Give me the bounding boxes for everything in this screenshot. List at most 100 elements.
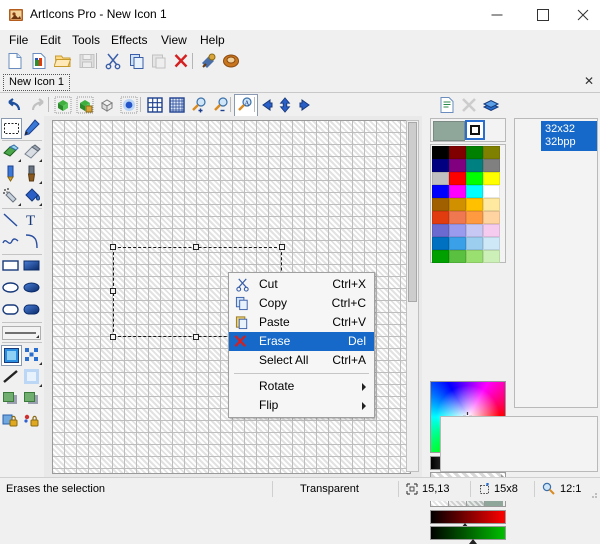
tool-eraser[interactable] (22, 142, 43, 163)
maximize-button[interactable] (520, 0, 566, 30)
magnifier-plus-icon[interactable] (190, 96, 208, 114)
new-image-icon[interactable] (30, 52, 48, 70)
tool-marker[interactable] (1, 164, 22, 185)
tool-arc[interactable] (22, 232, 43, 253)
tool-stroke-width[interactable] (1, 367, 22, 388)
primary-color-swatch[interactable] (433, 121, 465, 141)
tool-text[interactable]: T (22, 210, 43, 231)
color-swatch[interactable] (432, 250, 449, 263)
color-swatch[interactable] (483, 237, 500, 250)
context-menu-item-select-all[interactable]: Select All Ctrl+A (229, 351, 374, 370)
tool-rounded-rect[interactable] (1, 300, 22, 321)
pixel-grid-icon[interactable] (168, 96, 186, 114)
tool-brush[interactable] (22, 164, 43, 185)
tool-eraser-color[interactable] (1, 142, 22, 163)
tool-rectangle[interactable] (1, 256, 22, 277)
menu-edit[interactable]: Edit (34, 32, 67, 48)
color-swatch[interactable] (432, 198, 449, 211)
color-swatch[interactable] (449, 224, 466, 237)
color-swatch[interactable] (432, 172, 449, 185)
color-swatch[interactable] (483, 250, 500, 263)
context-menu-item-flip[interactable]: Flip (229, 396, 374, 415)
selection-handle-nw[interactable] (110, 244, 116, 250)
color-swatch[interactable] (449, 159, 466, 172)
color-swatch[interactable] (483, 159, 500, 172)
color-swatch[interactable] (466, 159, 483, 172)
scissors-icon[interactable] (104, 52, 122, 70)
color-swatch[interactable] (432, 224, 449, 237)
color-swatch[interactable] (466, 172, 483, 185)
red-channel-slider[interactable] (430, 510, 506, 524)
image-list-item-32x32[interactable]: 32x32 32bpp (541, 121, 597, 151)
color-swatch[interactable] (466, 146, 483, 159)
selection-handle-ne[interactable] (279, 244, 285, 250)
tool-airbrush[interactable] (1, 186, 22, 207)
context-menu-item-cut[interactable]: Cut Ctrl+X (229, 275, 374, 294)
image-format-list[interactable]: 32x32 32bpp (514, 118, 598, 408)
color-swatch[interactable] (466, 237, 483, 250)
selection-handle-n[interactable] (193, 244, 199, 250)
clone-green-cube-icon[interactable] (76, 96, 94, 114)
color-swatch[interactable] (432, 211, 449, 224)
alpha-preview-swatch[interactable] (465, 120, 485, 140)
book-icon[interactable] (222, 52, 240, 70)
color-swatch[interactable] (449, 237, 466, 250)
color-swatch[interactable] (432, 237, 449, 250)
color-swatch[interactable] (483, 172, 500, 185)
grid-icon[interactable] (146, 96, 164, 114)
resize-grip-icon[interactable] (588, 489, 598, 499)
tab-close-button[interactable]: ✕ (584, 75, 594, 88)
color-swatch[interactable] (449, 172, 466, 185)
tool-lock-alpha[interactable] (1, 411, 22, 432)
tool-ellipse-filled[interactable] (22, 278, 43, 299)
context-menu-item-rotate[interactable]: Rotate (229, 377, 374, 396)
tool-shadow-alt[interactable] (22, 389, 43, 410)
undo-arrow-icon[interactable] (6, 96, 24, 114)
arrow-left-icon[interactable] (258, 96, 276, 114)
tool-opacity[interactable] (1, 345, 22, 366)
color-swatch[interactable] (449, 211, 466, 224)
tool-lock-color[interactable] (22, 411, 43, 432)
extract-icon[interactable] (200, 52, 218, 70)
color-swatch[interactable] (432, 185, 449, 198)
menu-effects[interactable]: Effects (105, 32, 153, 48)
green-channel-slider[interactable] (430, 526, 506, 540)
tool-rounded-rect-filled[interactable] (22, 300, 43, 321)
color-swatch[interactable] (483, 146, 500, 159)
redo-arrow-icon[interactable] (28, 96, 46, 114)
line-width-selector[interactable] (2, 326, 41, 340)
add-green-cube-icon[interactable] (54, 96, 72, 114)
minimize-button[interactable] (474, 0, 520, 30)
save-disk-icon[interactable] (78, 52, 96, 70)
color-swatch[interactable] (449, 146, 466, 159)
color-swatch[interactable] (483, 211, 500, 224)
paste-icon[interactable] (150, 52, 168, 70)
magnifier-a-icon[interactable]: A (236, 96, 254, 114)
color-swatch[interactable] (483, 198, 500, 211)
color-swatch[interactable] (466, 250, 483, 263)
color-swatch[interactable] (483, 224, 500, 237)
copy-icon[interactable] (128, 52, 146, 70)
menu-view[interactable]: View (155, 32, 193, 48)
tool-soft-edge[interactable] (22, 367, 43, 388)
color-swatch[interactable] (466, 211, 483, 224)
tool-pencil[interactable] (22, 118, 43, 139)
grey-cube-icon[interactable] (98, 96, 116, 114)
tool-pattern[interactable] (22, 345, 43, 366)
open-folder-icon[interactable] (54, 52, 72, 70)
scrollbar-thumb[interactable] (408, 122, 417, 302)
arrow-right-icon[interactable] (296, 96, 314, 114)
color-swatch[interactable] (466, 185, 483, 198)
color-swatch[interactable] (432, 146, 449, 159)
context-menu-item-erase[interactable]: Erase Del (229, 332, 374, 351)
tool-rectangle-filled[interactable] (22, 256, 43, 277)
canvas-vertical-scrollbar[interactable] (406, 120, 419, 472)
arrow-updown-icon[interactable] (277, 96, 293, 114)
document-properties-icon[interactable] (438, 96, 456, 114)
context-menu-item-paste[interactable]: Paste Ctrl+V (229, 313, 374, 332)
color-swatch[interactable] (466, 224, 483, 237)
color-swatch[interactable] (483, 185, 500, 198)
tab-new-icon-1[interactable]: New Icon 1 (3, 74, 70, 91)
tool-curve[interactable] (1, 232, 22, 253)
transparent-x-icon[interactable] (460, 96, 478, 114)
